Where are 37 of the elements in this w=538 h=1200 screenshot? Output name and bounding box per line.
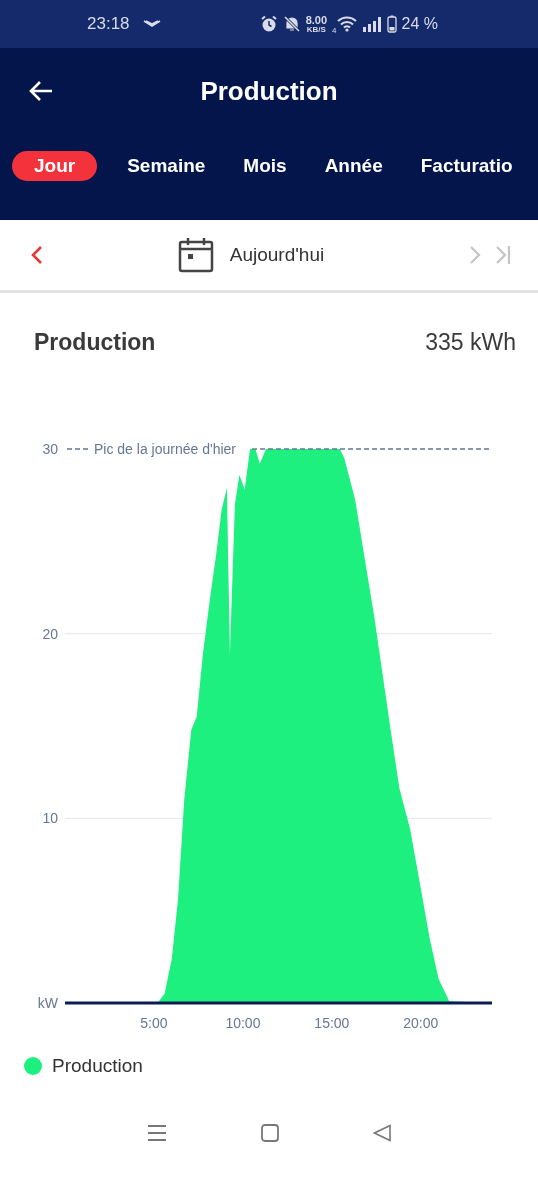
x-tick-label: 15:00 xyxy=(314,1015,350,1031)
x-tick-label: 20:00 xyxy=(403,1015,439,1031)
page-title: Production xyxy=(200,75,338,107)
total-value: 335 kWh xyxy=(425,329,516,357)
back-nav-icon[interactable] xyxy=(373,1124,391,1142)
status-time: 23:18 xyxy=(87,14,130,34)
speed-unit: KB/S xyxy=(306,25,326,34)
network-type: 4 xyxy=(332,26,337,35)
y-tick-label: 20 xyxy=(42,625,58,642)
battery-level: 24 % xyxy=(401,15,438,33)
x-tick-label: 5:00 xyxy=(140,1015,168,1031)
period-tab[interactable]: Jour xyxy=(12,151,98,181)
period-tab[interactable]: Facturatio xyxy=(412,151,521,181)
network-speed: 8.00 xyxy=(305,14,328,26)
bell-off-icon xyxy=(282,15,301,33)
recent-apps-icon[interactable] xyxy=(147,1124,167,1142)
legend-label: Production xyxy=(52,1055,143,1077)
chevron-right-icon xyxy=(468,245,482,265)
home-icon[interactable] xyxy=(261,1124,279,1142)
wifi-icon xyxy=(336,16,357,32)
y-tick-label: 10 xyxy=(42,810,58,827)
skip-end-icon xyxy=(494,245,512,265)
period-tab[interactable]: Mois xyxy=(235,151,295,181)
card-title: Production xyxy=(34,329,156,357)
y-tick-label: kW xyxy=(37,995,58,1011)
y-tick-label: 30 xyxy=(42,441,58,457)
chevron-left-icon xyxy=(30,245,44,265)
reference-label: Pic de la journée d'hier xyxy=(94,441,236,457)
alarm-icon xyxy=(259,15,278,33)
battery-icon xyxy=(386,15,397,33)
signal-icon xyxy=(361,16,382,32)
x-tick-label: 10:00 xyxy=(225,1015,261,1031)
calendar-icon xyxy=(177,237,214,273)
date-label: Aujourd'hui xyxy=(229,244,325,266)
chevron-icon xyxy=(142,20,161,28)
period-tab[interactable]: Année xyxy=(316,151,391,181)
period-tab[interactable]: Semaine xyxy=(119,151,214,181)
